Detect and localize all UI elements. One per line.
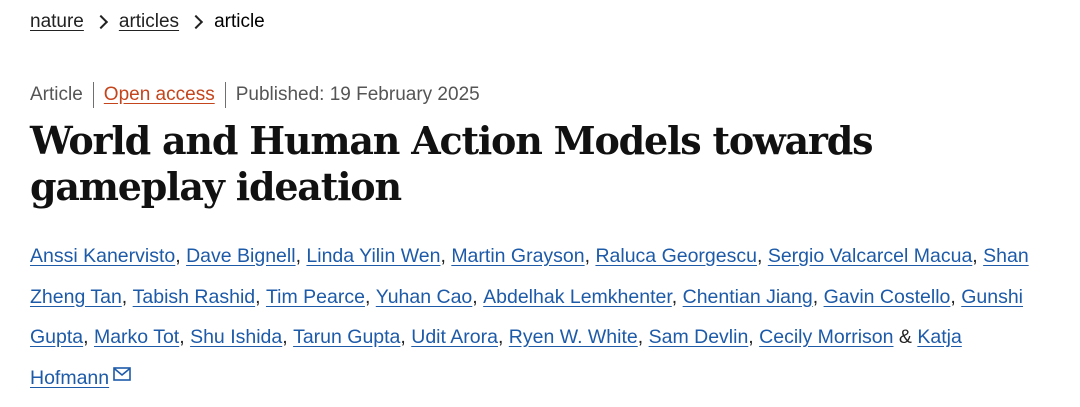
chevron-right-icon — [188, 14, 204, 30]
author-link[interactable]: Tim Pearce — [266, 286, 365, 308]
author-link[interactable]: Raluca Georgescu — [595, 245, 757, 267]
meta-divider — [92, 82, 94, 108]
author-item: Shu Ishida, — [190, 326, 294, 348]
article-header: nature articles article Article Open acc… — [0, 0, 1080, 407]
author-item: Dave Bignell, — [186, 245, 307, 267]
author-item: Tim Pearce, — [265, 285, 376, 308]
article-type: Article — [30, 84, 83, 105]
author-item: Yuhan Cao, — [375, 285, 484, 308]
author-link[interactable]: Chentian Jiang — [683, 286, 813, 308]
breadcrumb-link-nature[interactable]: nature — [30, 10, 84, 34]
author-link[interactable]: Ryen W. White — [509, 326, 638, 348]
author-link[interactable]: Gavin Costello — [824, 286, 951, 308]
chevron-right-icon — [93, 14, 108, 30]
author-link[interactable]: Linda Yilin Wen — [306, 245, 440, 267]
author-item: Cecily Morrison & — [759, 326, 918, 348]
article-meta: Article Open access Published: 19 Februa… — [30, 82, 480, 108]
author-list: Anssi Kanervisto, Dave Bignell, Linda Yi… — [30, 236, 1040, 398]
author-link[interactable]: Udit Arora — [411, 326, 498, 348]
author-item: Abdelhak Lemkhenter, — [483, 285, 683, 308]
mail-icon[interactable] — [113, 366, 131, 381]
author-item: Sam Devlin, — [648, 326, 760, 348]
author-item: Gavin Costello, — [823, 285, 962, 308]
author-link[interactable]: Cecily Morrison — [759, 326, 893, 348]
author-item: Martin Grayson, — [451, 245, 596, 267]
author-item: Marko Tot, — [93, 326, 191, 348]
breadcrumb: nature articles article — [30, 10, 265, 34]
author-item: Ryen W. White, — [508, 326, 649, 348]
author-item: Tarun Gupta, — [293, 326, 412, 348]
published-date: Published: 19 February 2025 — [235, 84, 480, 105]
author-item: Linda Yilin Wen, — [306, 245, 452, 267]
author-link[interactable]: Marko Tot — [94, 326, 179, 348]
author-link[interactable]: Shu Ishida — [190, 326, 282, 348]
author-link[interactable]: Abdelhak Lemkhenter — [483, 286, 672, 308]
author-link[interactable]: Anssi Kanervisto — [30, 245, 175, 267]
author-item: Udit Arora, — [411, 326, 509, 348]
author-item: Tabish Rashid, — [132, 285, 266, 308]
author-item: Anssi Kanervisto, — [30, 245, 187, 267]
author-link[interactable]: Dave Bignell — [186, 245, 295, 267]
author-item: Sergio Valcarcel Macua, — [767, 245, 984, 267]
author-link[interactable]: Tabish Rashid — [133, 286, 255, 308]
article-title: World and Human Action Models towards ga… — [30, 118, 873, 209]
breadcrumb-current: article — [214, 11, 265, 32]
open-access-link[interactable]: Open access — [104, 82, 215, 108]
author-item: Chentian Jiang, — [682, 285, 824, 308]
meta-divider — [224, 82, 226, 108]
breadcrumb-link-articles[interactable]: articles — [119, 10, 179, 34]
author-link[interactable]: Tarun Gupta — [293, 326, 400, 348]
author-link[interactable]: Sergio Valcarcel Macua — [768, 245, 972, 267]
author-item: Raluca Georgescu, — [595, 245, 768, 267]
author-link[interactable]: Yuhan Cao — [376, 286, 473, 308]
author-link[interactable]: Sam Devlin — [649, 326, 749, 348]
author-link[interactable]: Martin Grayson — [451, 245, 584, 267]
